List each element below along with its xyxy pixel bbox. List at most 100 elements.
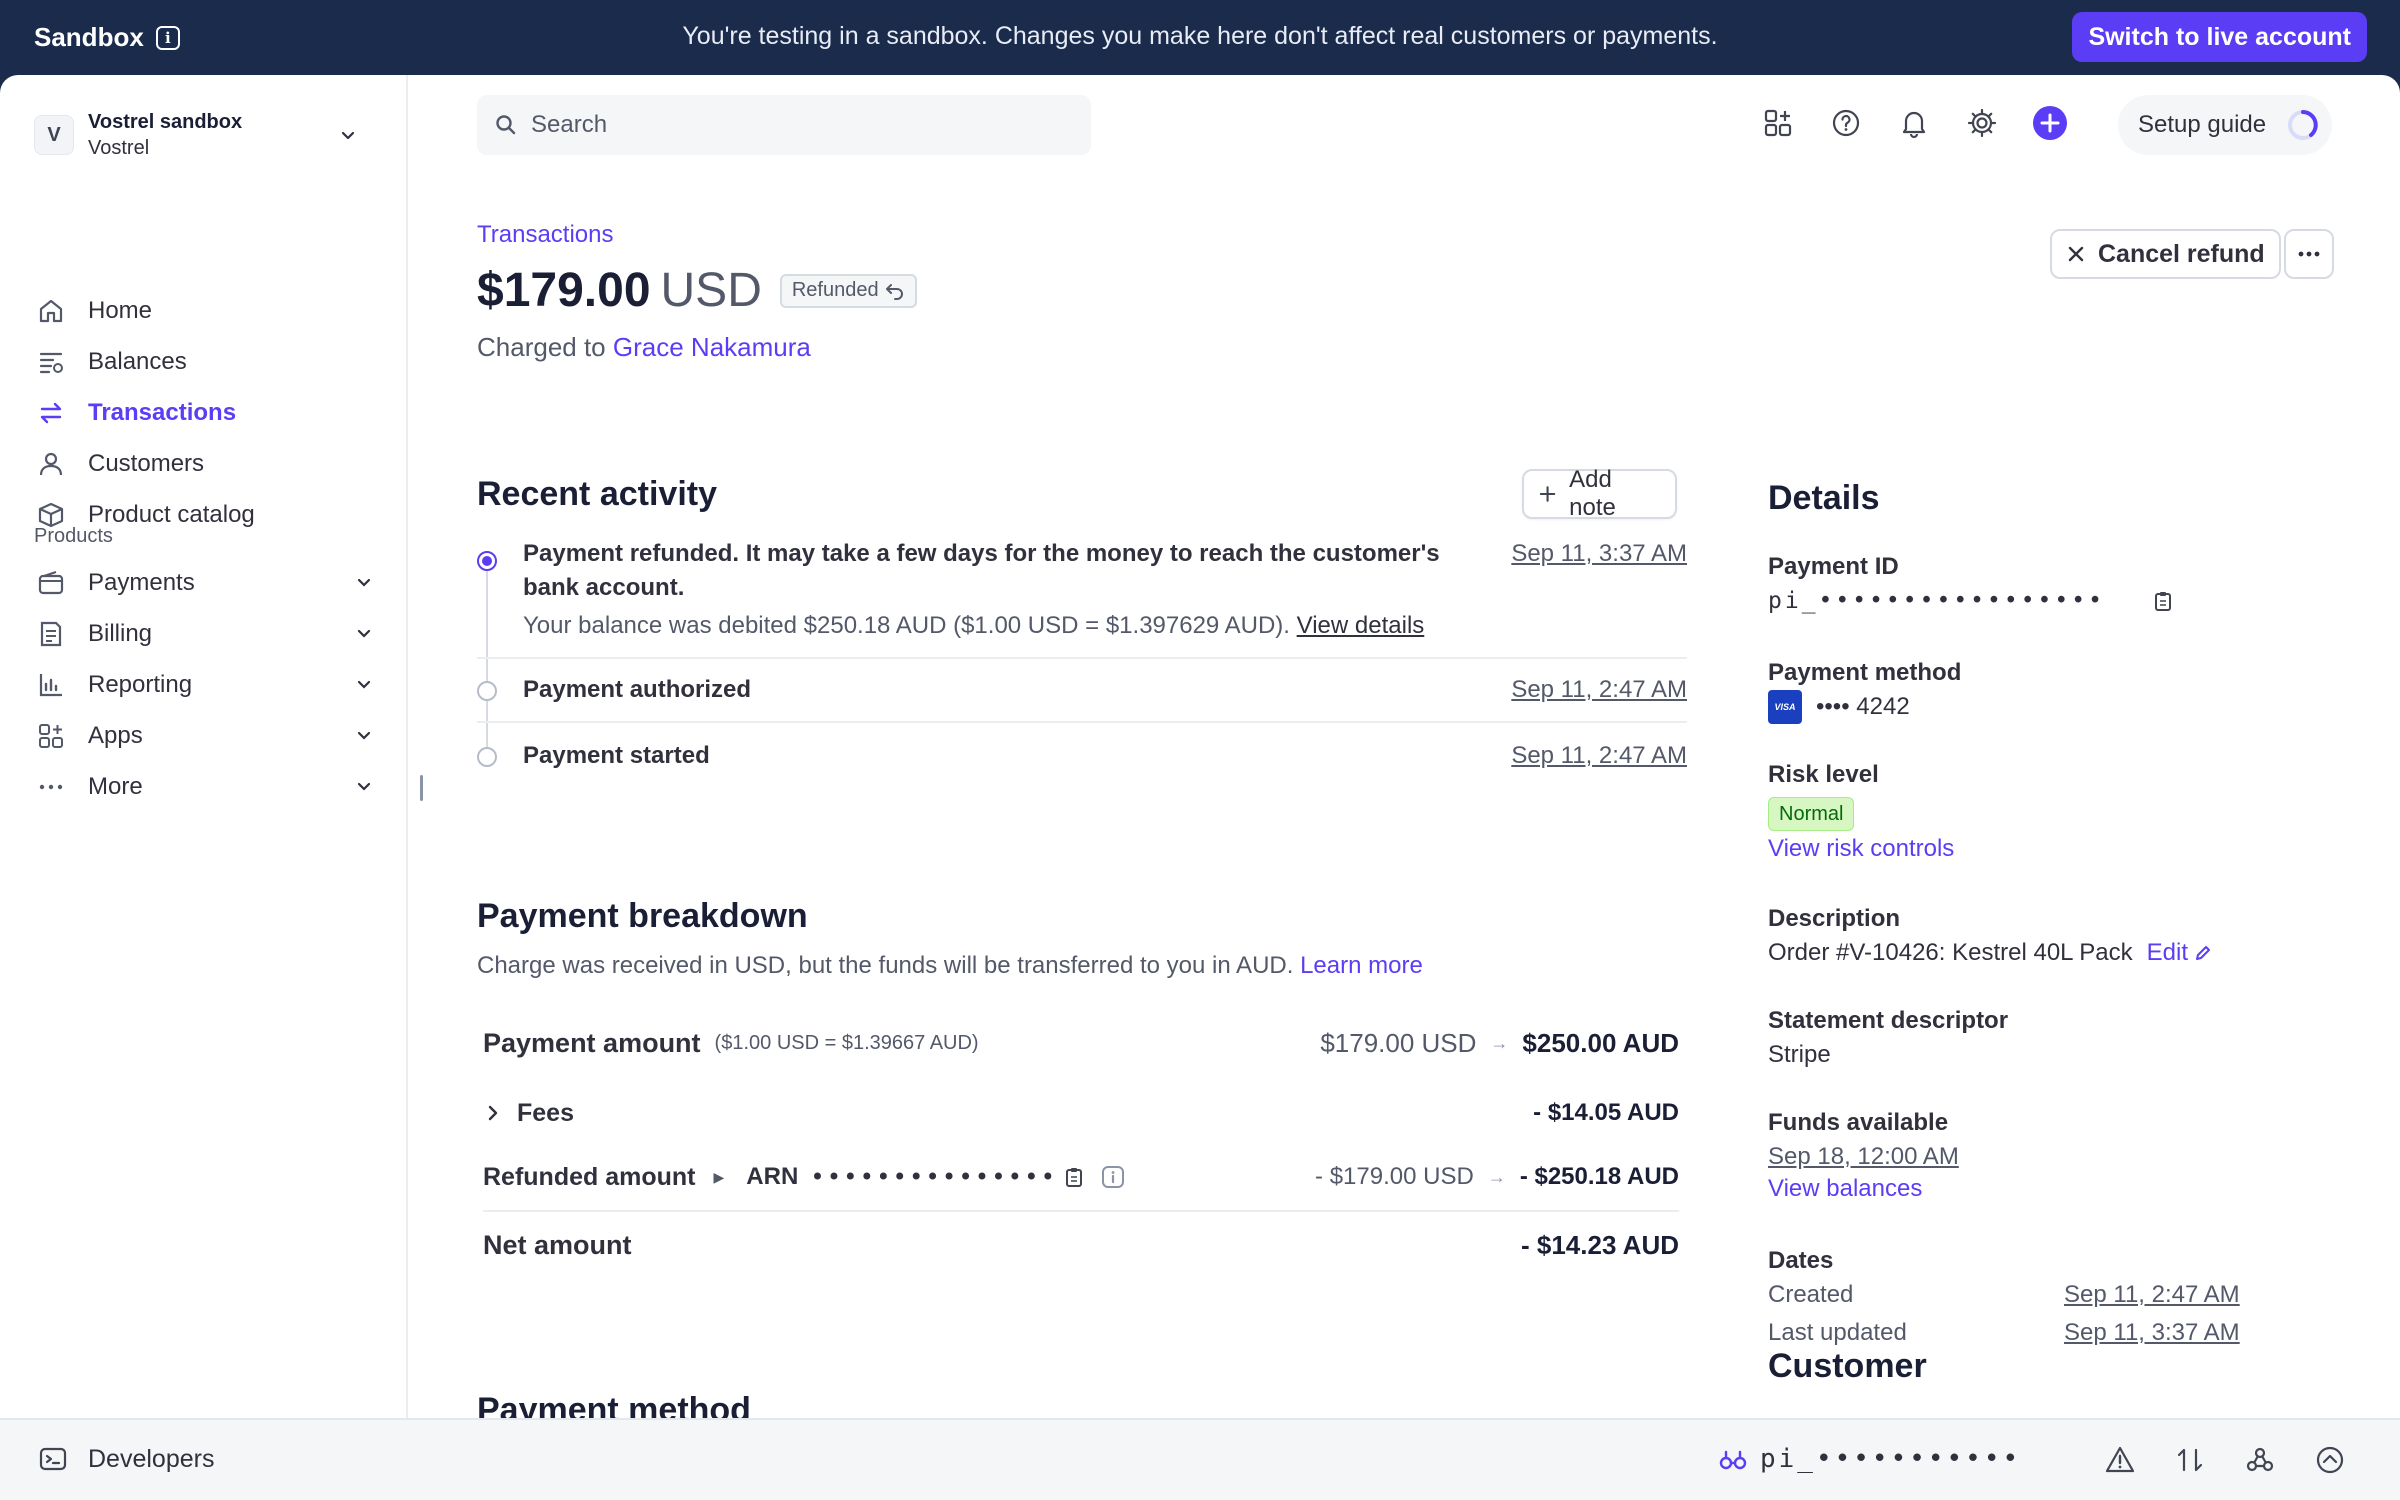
activity-item: Payment refunded. It may take a few days… xyxy=(477,537,1687,659)
nav-section-products: Products xyxy=(34,525,113,547)
clipboard-icon[interactable] xyxy=(1065,1166,1083,1188)
funds-available-block: Funds available Sep 18, 12:00 AM View ba… xyxy=(1768,1109,1959,1202)
risk-badge: Normal xyxy=(1768,797,1855,831)
sandbox-banner: Sandbox i You're testing in a sandbox. C… xyxy=(0,0,2400,75)
arn-value: ••••••••••••••• xyxy=(810,1163,1058,1191)
payment-method-block: Payment method VISA •••• 4242 xyxy=(1768,657,1961,725)
billing-icon xyxy=(34,617,68,651)
account-switcher[interactable]: V Vostrel sandbox Vostrel xyxy=(34,103,374,167)
nav-item-home[interactable]: Home xyxy=(34,285,374,336)
nav-item-billing[interactable]: Billing xyxy=(34,608,374,659)
triangle-right-icon: ▶ xyxy=(713,1168,725,1185)
payment-header: $179.00 USD Refunded xyxy=(477,263,917,318)
developers-button[interactable]: Developers xyxy=(38,1444,214,1474)
add-note-button[interactable]: Add note xyxy=(1522,466,1677,521)
edit-description-button[interactable]: Edit xyxy=(2147,935,2212,971)
object-id: pi_••••••••••• xyxy=(1760,1444,2022,1474)
customers-icon xyxy=(34,447,68,481)
chevron-up-circle-icon[interactable] xyxy=(2312,1442,2348,1478)
card-last4: •••• 4242 xyxy=(1816,693,1910,720)
warning-icon[interactable] xyxy=(2102,1442,2138,1478)
info-icon[interactable] xyxy=(1101,1165,1125,1189)
nav-item-payments[interactable]: Payments xyxy=(34,557,374,608)
payment-id-block: Payment ID pi_••••••••••••••••• xyxy=(1768,551,2172,619)
main-nav: Home Balances Transactions Customers Pro… xyxy=(34,285,374,540)
main-content: Transactions $179.00 USD Refunded Charge… xyxy=(477,75,1687,1429)
nav-item-reporting[interactable]: Reporting xyxy=(34,659,374,710)
plus-icon xyxy=(1539,486,1556,502)
timeline-dot-active xyxy=(477,551,497,571)
status-badge: Refunded xyxy=(779,273,917,308)
breakdown-row-net: Net amount - $14.23 AUD xyxy=(483,1229,1679,1260)
updated-date-link[interactable]: Sep 11, 3:37 AM xyxy=(2064,1315,2264,1351)
nav-item-transactions[interactable]: Transactions xyxy=(34,387,374,438)
switch-live-button[interactable]: Switch to live account xyxy=(2072,12,2367,62)
payments-icon xyxy=(34,566,68,600)
breakdown-row-fees[interactable]: Fees - $14.05 AUD xyxy=(483,1095,1679,1131)
breakdown-row-payment-amount: Payment amount ($1.00 USD = $1.39667 AUD… xyxy=(483,1027,1679,1058)
dates-block: Dates Created Sep 11, 2:47 AM Last updat… xyxy=(1768,1245,2264,1351)
webhooks-icon[interactable] xyxy=(2242,1442,2278,1478)
statement-descriptor-block: Statement descriptor Stripe xyxy=(1768,1007,2009,1068)
account-avatar: V xyxy=(34,115,74,155)
description-block: Description Order #V-10426: Kestrel 40L … xyxy=(1768,903,2212,971)
activity-date[interactable]: Sep 11, 2:47 AM xyxy=(1511,739,1687,773)
sidebar-resize-handle[interactable] xyxy=(420,775,423,801)
funds-date-link[interactable]: Sep 18, 12:00 AM xyxy=(1768,1143,1959,1170)
developers-bar: Developers pi_••••••••••• xyxy=(0,1418,2400,1500)
chevron-down-icon xyxy=(357,782,371,791)
details-title: Details xyxy=(1768,479,1880,517)
nav-item-more[interactable]: More xyxy=(34,761,374,812)
sort-arrows-icon[interactable] xyxy=(2172,1442,2208,1478)
nav-item-customers[interactable]: Customers xyxy=(34,438,374,489)
payment-amount: $179.00 xyxy=(477,264,651,317)
recent-activity-title: Recent activity xyxy=(477,475,717,513)
more-icon xyxy=(34,770,68,804)
clipboard-icon[interactable] xyxy=(2154,590,2172,612)
details-panel: Details Payment ID pi_••••••••••••••••• … xyxy=(1768,75,2368,1418)
activity-date[interactable]: Sep 11, 2:47 AM xyxy=(1511,673,1687,707)
activity-item: Payment started Sep 11, 2:47 AM xyxy=(477,723,1687,787)
created-date-link[interactable]: Sep 11, 2:47 AM xyxy=(2064,1277,2264,1313)
sandbox-message: You're testing in a sandbox. Changes you… xyxy=(682,22,1718,50)
timeline-dot xyxy=(477,681,497,701)
payment-id-value: pi_••••••••••••••••• xyxy=(1768,588,2105,614)
activity-date[interactable]: Sep 11, 3:37 AM xyxy=(1511,537,1687,571)
chevron-down-icon xyxy=(357,578,371,587)
activity-item: Payment authorized Sep 11, 2:47 AM xyxy=(477,659,1687,723)
payment-currency: USD xyxy=(660,264,762,317)
view-details-link[interactable]: View details xyxy=(1297,612,1425,639)
refund-arrow-icon xyxy=(885,283,903,300)
chevron-right-icon[interactable] xyxy=(483,1103,503,1123)
transactions-icon xyxy=(34,396,68,430)
activity-timeline: Payment refunded. It may take a few days… xyxy=(477,537,1687,787)
breakdown-description: Charge was received in USD, but the fund… xyxy=(477,952,1423,979)
nav-item-balances[interactable]: Balances xyxy=(34,336,374,387)
pencil-icon xyxy=(2196,946,2211,960)
learn-more-link[interactable]: Learn more xyxy=(1300,952,1423,979)
view-risk-controls-link[interactable]: View risk controls xyxy=(1768,835,1954,862)
chevron-down-icon xyxy=(357,680,371,689)
apps-icon xyxy=(34,719,68,753)
chevron-down-icon xyxy=(357,629,371,638)
arrow-right-icon: → xyxy=(1487,1166,1506,1187)
risk-level-block: Risk level Normal View risk controls xyxy=(1768,761,1955,862)
terminal-icon xyxy=(39,1447,67,1471)
devbar-icons xyxy=(2102,1442,2348,1478)
description-value: Order #V-10426: Kestrel 40L Pack xyxy=(1768,939,2133,966)
payment-breakdown-title: Payment breakdown xyxy=(477,897,808,935)
reporting-icon xyxy=(34,668,68,702)
breakdown-row-refunded: Refunded amount ▶ ARN ••••••••••••••• - … xyxy=(483,1162,1679,1192)
account-name: Vostrel sandbox xyxy=(88,111,243,133)
breadcrumb-transactions[interactable]: Transactions xyxy=(477,221,614,249)
inspector-icon xyxy=(1719,1450,1747,1470)
customer-title: Customer xyxy=(1768,1347,1927,1385)
nav-item-apps[interactable]: Apps xyxy=(34,710,374,761)
app-shell: V Vostrel sandbox Vostrel Home Balances xyxy=(0,75,2400,1500)
sidebar: V Vostrel sandbox Vostrel Home Balances xyxy=(0,75,408,1418)
visa-card-icon: VISA xyxy=(1768,690,1802,724)
customer-link[interactable]: Grace Nakamura xyxy=(613,332,811,362)
balances-icon xyxy=(34,345,68,379)
view-balances-link[interactable]: View balances xyxy=(1768,1175,1922,1202)
inspected-object[interactable]: pi_••••••••••• xyxy=(1718,1444,2021,1474)
